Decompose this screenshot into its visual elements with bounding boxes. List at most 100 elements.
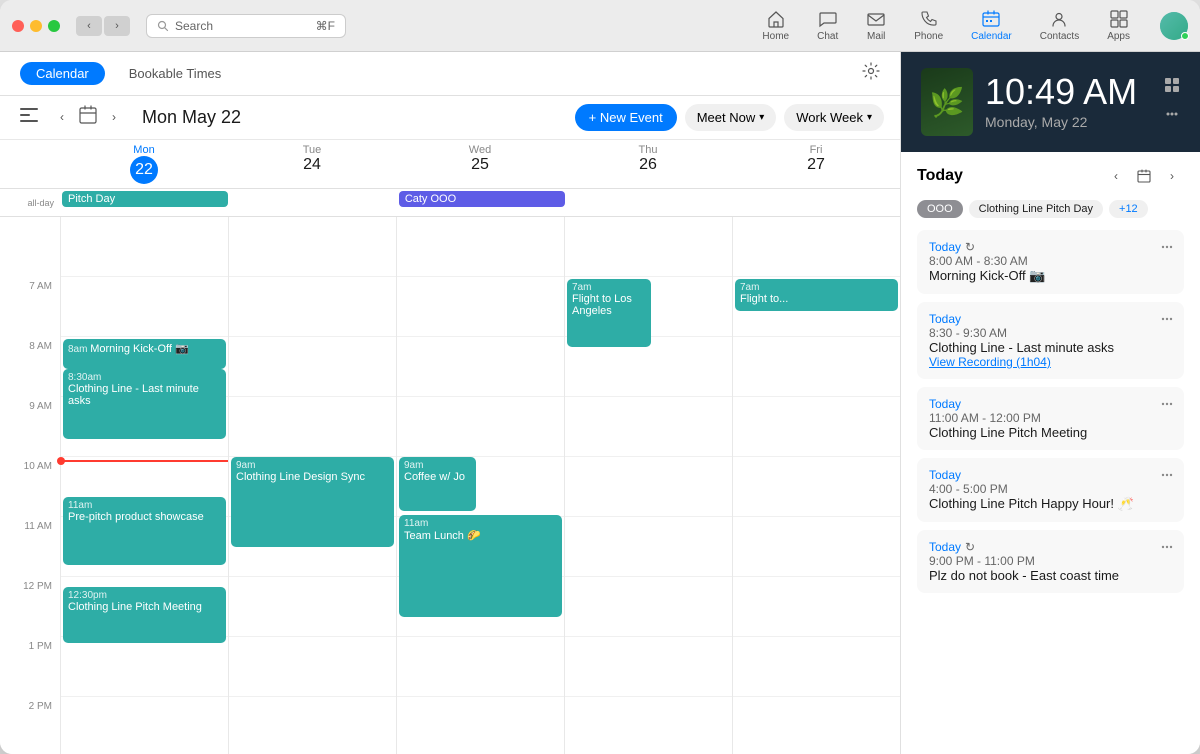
sidebar-toggle[interactable]	[16, 104, 42, 131]
day-col-fri: 7am Flight to...	[732, 217, 900, 754]
chat-label: Chat	[817, 31, 838, 42]
new-event-button[interactable]: + New Event	[575, 104, 677, 131]
day-name-wed: Wed	[396, 144, 564, 156]
right-sidebar: 🌿 10:49 AM Monday, May 22	[900, 52, 1200, 754]
today-nav-next[interactable]: ›	[1160, 164, 1184, 188]
time-slot-11am: 11 AM	[0, 517, 60, 577]
view-recording-link[interactable]: View Recording (1h04)	[929, 355, 1172, 369]
plant-icon: 🌿	[930, 86, 965, 119]
all-day-fri	[734, 189, 900, 216]
nav-calendar[interactable]: Calendar	[957, 5, 1026, 46]
day-col-thu: 7am Flight to Los Angeles	[564, 217, 732, 754]
today-icon-button[interactable]	[78, 105, 98, 130]
traffic-lights	[12, 20, 60, 32]
event-time: 11am	[68, 500, 221, 511]
event-clothing-pitch-meeting[interactable]: 12:30pm Clothing Line Pitch Meeting	[63, 587, 226, 643]
maximize-button[interactable]	[48, 20, 60, 32]
tag-count[interactable]: +12	[1109, 200, 1148, 218]
event-flight-la[interactable]: 7am Flight to Los Angeles	[567, 279, 651, 347]
nav-arrows: ‹ ›	[76, 16, 130, 36]
day-header-wed: Wed 25	[396, 140, 564, 188]
caty-ooo-event[interactable]: Caty OOO	[399, 191, 565, 207]
agenda-more-5[interactable]	[1160, 540, 1174, 559]
next-period-button[interactable]: ›	[102, 105, 126, 129]
forward-button[interactable]: ›	[104, 16, 130, 36]
mail-label: Mail	[867, 31, 885, 42]
tab-bookable-times[interactable]: Bookable Times	[113, 62, 238, 85]
hour-13	[61, 637, 228, 697]
time-display: 10:49 AM Monday, May 22	[985, 74, 1152, 130]
today-header: Today ‹ ›	[917, 164, 1184, 188]
agenda-more-1[interactable]	[1160, 240, 1174, 259]
nav-mail[interactable]: Mail	[852, 5, 900, 46]
today-tags: OOO Clothing Line Pitch Day +12	[917, 200, 1184, 218]
day-header-tue: Tue 24	[228, 140, 396, 188]
pitch-day-event[interactable]: Pitch Day	[62, 191, 228, 207]
avatar[interactable]	[1160, 12, 1188, 40]
event-time: 12:30pm	[68, 590, 221, 601]
agenda-title-4: Clothing Line Pitch Happy Hour! 🥂	[929, 496, 1172, 512]
today-section: Today ‹ › OOO Clothing Line Pitch Day +1…	[901, 152, 1200, 754]
day-num-mon: 22	[130, 156, 158, 184]
day-name-thu: Thu	[564, 144, 732, 156]
event-time: 9am	[236, 460, 389, 471]
all-day-label: all-day	[0, 189, 60, 216]
more-icon[interactable]	[1164, 106, 1180, 127]
event-morning-kickoff[interactable]: 8am Morning Kick-Off 📷	[63, 339, 226, 369]
day-num-tue: 24	[228, 156, 396, 174]
event-team-lunch[interactable]: 11am Team Lunch 🌮	[399, 515, 562, 617]
agenda-time-4: Today	[929, 468, 1172, 482]
clock-date: Monday, May 22	[985, 114, 1152, 130]
event-time: 8:30am	[68, 372, 221, 383]
repeat-icon-5: ↻	[965, 540, 975, 554]
agenda-timerange-2: 8:30 - 9:30 AM	[929, 326, 1172, 340]
nav-contacts[interactable]: Contacts	[1026, 5, 1093, 46]
time-grid: 7 AM 8 AM 9 AM 10 AM 11 AM 12 PM 1 PM 2 …	[0, 217, 900, 754]
back-button[interactable]: ‹	[76, 16, 102, 36]
nav-phone[interactable]: Phone	[900, 5, 957, 46]
event-coffee[interactable]: 9am Coffee w/ Jo	[399, 457, 476, 511]
minimize-button[interactable]	[30, 20, 42, 32]
event-time: 9am	[404, 460, 471, 471]
hour-7	[61, 277, 228, 337]
today-badge-3: Today	[929, 397, 961, 411]
agenda-more-4[interactable]	[1160, 468, 1174, 487]
chevron-down-icon-view: ▾	[867, 112, 872, 123]
work-week-button[interactable]: Work Week ▾	[784, 104, 884, 131]
tag-clothing-pitch[interactable]: Clothing Line Pitch Day	[969, 200, 1103, 218]
agenda-title-1: Morning Kick-Off 📷	[929, 268, 1172, 284]
nav-apps[interactable]: Apps	[1093, 5, 1144, 46]
today-nav-calendar[interactable]	[1132, 164, 1156, 188]
day-num-fri: 27	[732, 156, 900, 174]
tag-ooo[interactable]: OOO	[917, 200, 963, 218]
prev-period-button[interactable]: ‹	[50, 105, 74, 129]
repeat-icon-1: ↻	[965, 240, 975, 254]
agenda-more-2[interactable]	[1160, 312, 1174, 331]
time-slot-2pm: 2 PM	[0, 697, 60, 754]
today-nav-prev[interactable]: ‹	[1104, 164, 1128, 188]
day-headers: Mon 22 Tue 24 Wed 25 Thu 26 Fri 27	[0, 140, 900, 189]
meet-now-button[interactable]: Meet Now ▾	[685, 104, 777, 131]
days-columns: 8am Morning Kick-Off 📷 8:30am Clothing L…	[60, 217, 900, 754]
calendar-header: ‹ › Mon May 22 + New Event Meet Now ▾ Wo…	[0, 96, 900, 140]
event-clothing-last-minute[interactable]: 8:30am Clothing Line - Last minute asks	[63, 369, 226, 439]
search-bar[interactable]: Search ⌘F	[146, 14, 346, 38]
agenda-more-3[interactable]	[1160, 397, 1174, 416]
tab-calendar[interactable]: Calendar	[20, 62, 105, 85]
nav-chat[interactable]: Chat	[803, 5, 852, 46]
event-design-sync[interactable]: 9am Clothing Line Design Sync	[231, 457, 394, 547]
agenda-timerange-1: 8:00 AM - 8:30 AM	[929, 254, 1172, 268]
grid-icon[interactable]	[1164, 77, 1180, 98]
titlebar: ‹ › Search ⌘F Home Chat Mail Phone	[0, 0, 1200, 52]
event-flight-fri[interactable]: 7am Flight to...	[735, 279, 898, 311]
event-title: Flight to Los Angeles	[572, 293, 646, 317]
settings-icon[interactable]	[862, 62, 880, 85]
clock-time: 10:49 AM	[985, 74, 1152, 110]
day-name-mon: Mon	[60, 144, 228, 156]
calendar-icon	[981, 9, 1001, 29]
nav-home[interactable]: Home	[748, 5, 803, 46]
calendar-header-date: Mon May 22	[142, 107, 241, 128]
event-pre-pitch[interactable]: 11am Pre-pitch product showcase	[63, 497, 226, 565]
home-label: Home	[762, 31, 789, 42]
close-button[interactable]	[12, 20, 24, 32]
